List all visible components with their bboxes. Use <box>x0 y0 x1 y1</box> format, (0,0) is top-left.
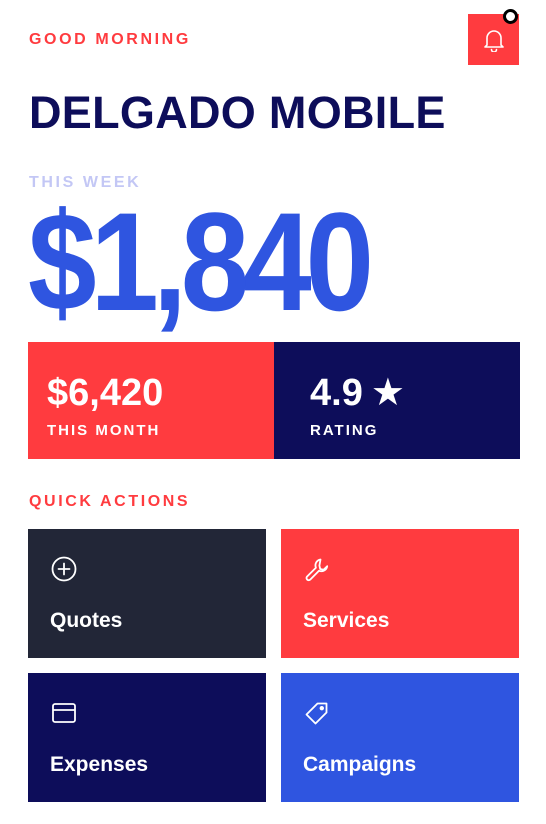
campaigns-action-button[interactable]: Campaigns <box>281 673 519 802</box>
rating-value: 4.9 <box>310 372 363 414</box>
expenses-action-button[interactable]: Expenses <box>28 673 266 802</box>
expenses-label: Expenses <box>50 753 149 776</box>
tag-icon <box>305 702 328 725</box>
wrench-icon <box>305 558 329 582</box>
star-icon: ★ <box>370 372 405 414</box>
greeting-text: GOOD MORNING <box>29 31 191 48</box>
plus-circle-icon <box>51 556 77 582</box>
services-label: Services <box>303 609 390 632</box>
card-icon <box>52 703 76 723</box>
rating-card: 4.9 ★ RATING <box>274 342 520 459</box>
rating-label: RATING <box>310 422 379 439</box>
month-label: THIS MONTH <box>47 422 161 439</box>
business-name: DELGADO MOBILE <box>29 87 446 138</box>
quick-actions-heading: QUICK ACTIONS <box>29 493 191 510</box>
month-earnings-card: $6,420 THIS MONTH <box>28 342 274 459</box>
month-earnings-amount: $6,420 <box>47 372 164 414</box>
notification-dot <box>503 9 518 24</box>
services-action-button[interactable]: Services <box>281 529 519 658</box>
bell-icon <box>483 29 504 52</box>
week-earnings-amount: $1,840 <box>28 183 374 340</box>
quotes-label: Quotes <box>50 609 123 632</box>
rating-value-row: 4.9 ★ <box>310 372 520 414</box>
quotes-action-button[interactable]: Quotes <box>28 529 266 658</box>
campaigns-label: Campaigns <box>303 753 417 776</box>
